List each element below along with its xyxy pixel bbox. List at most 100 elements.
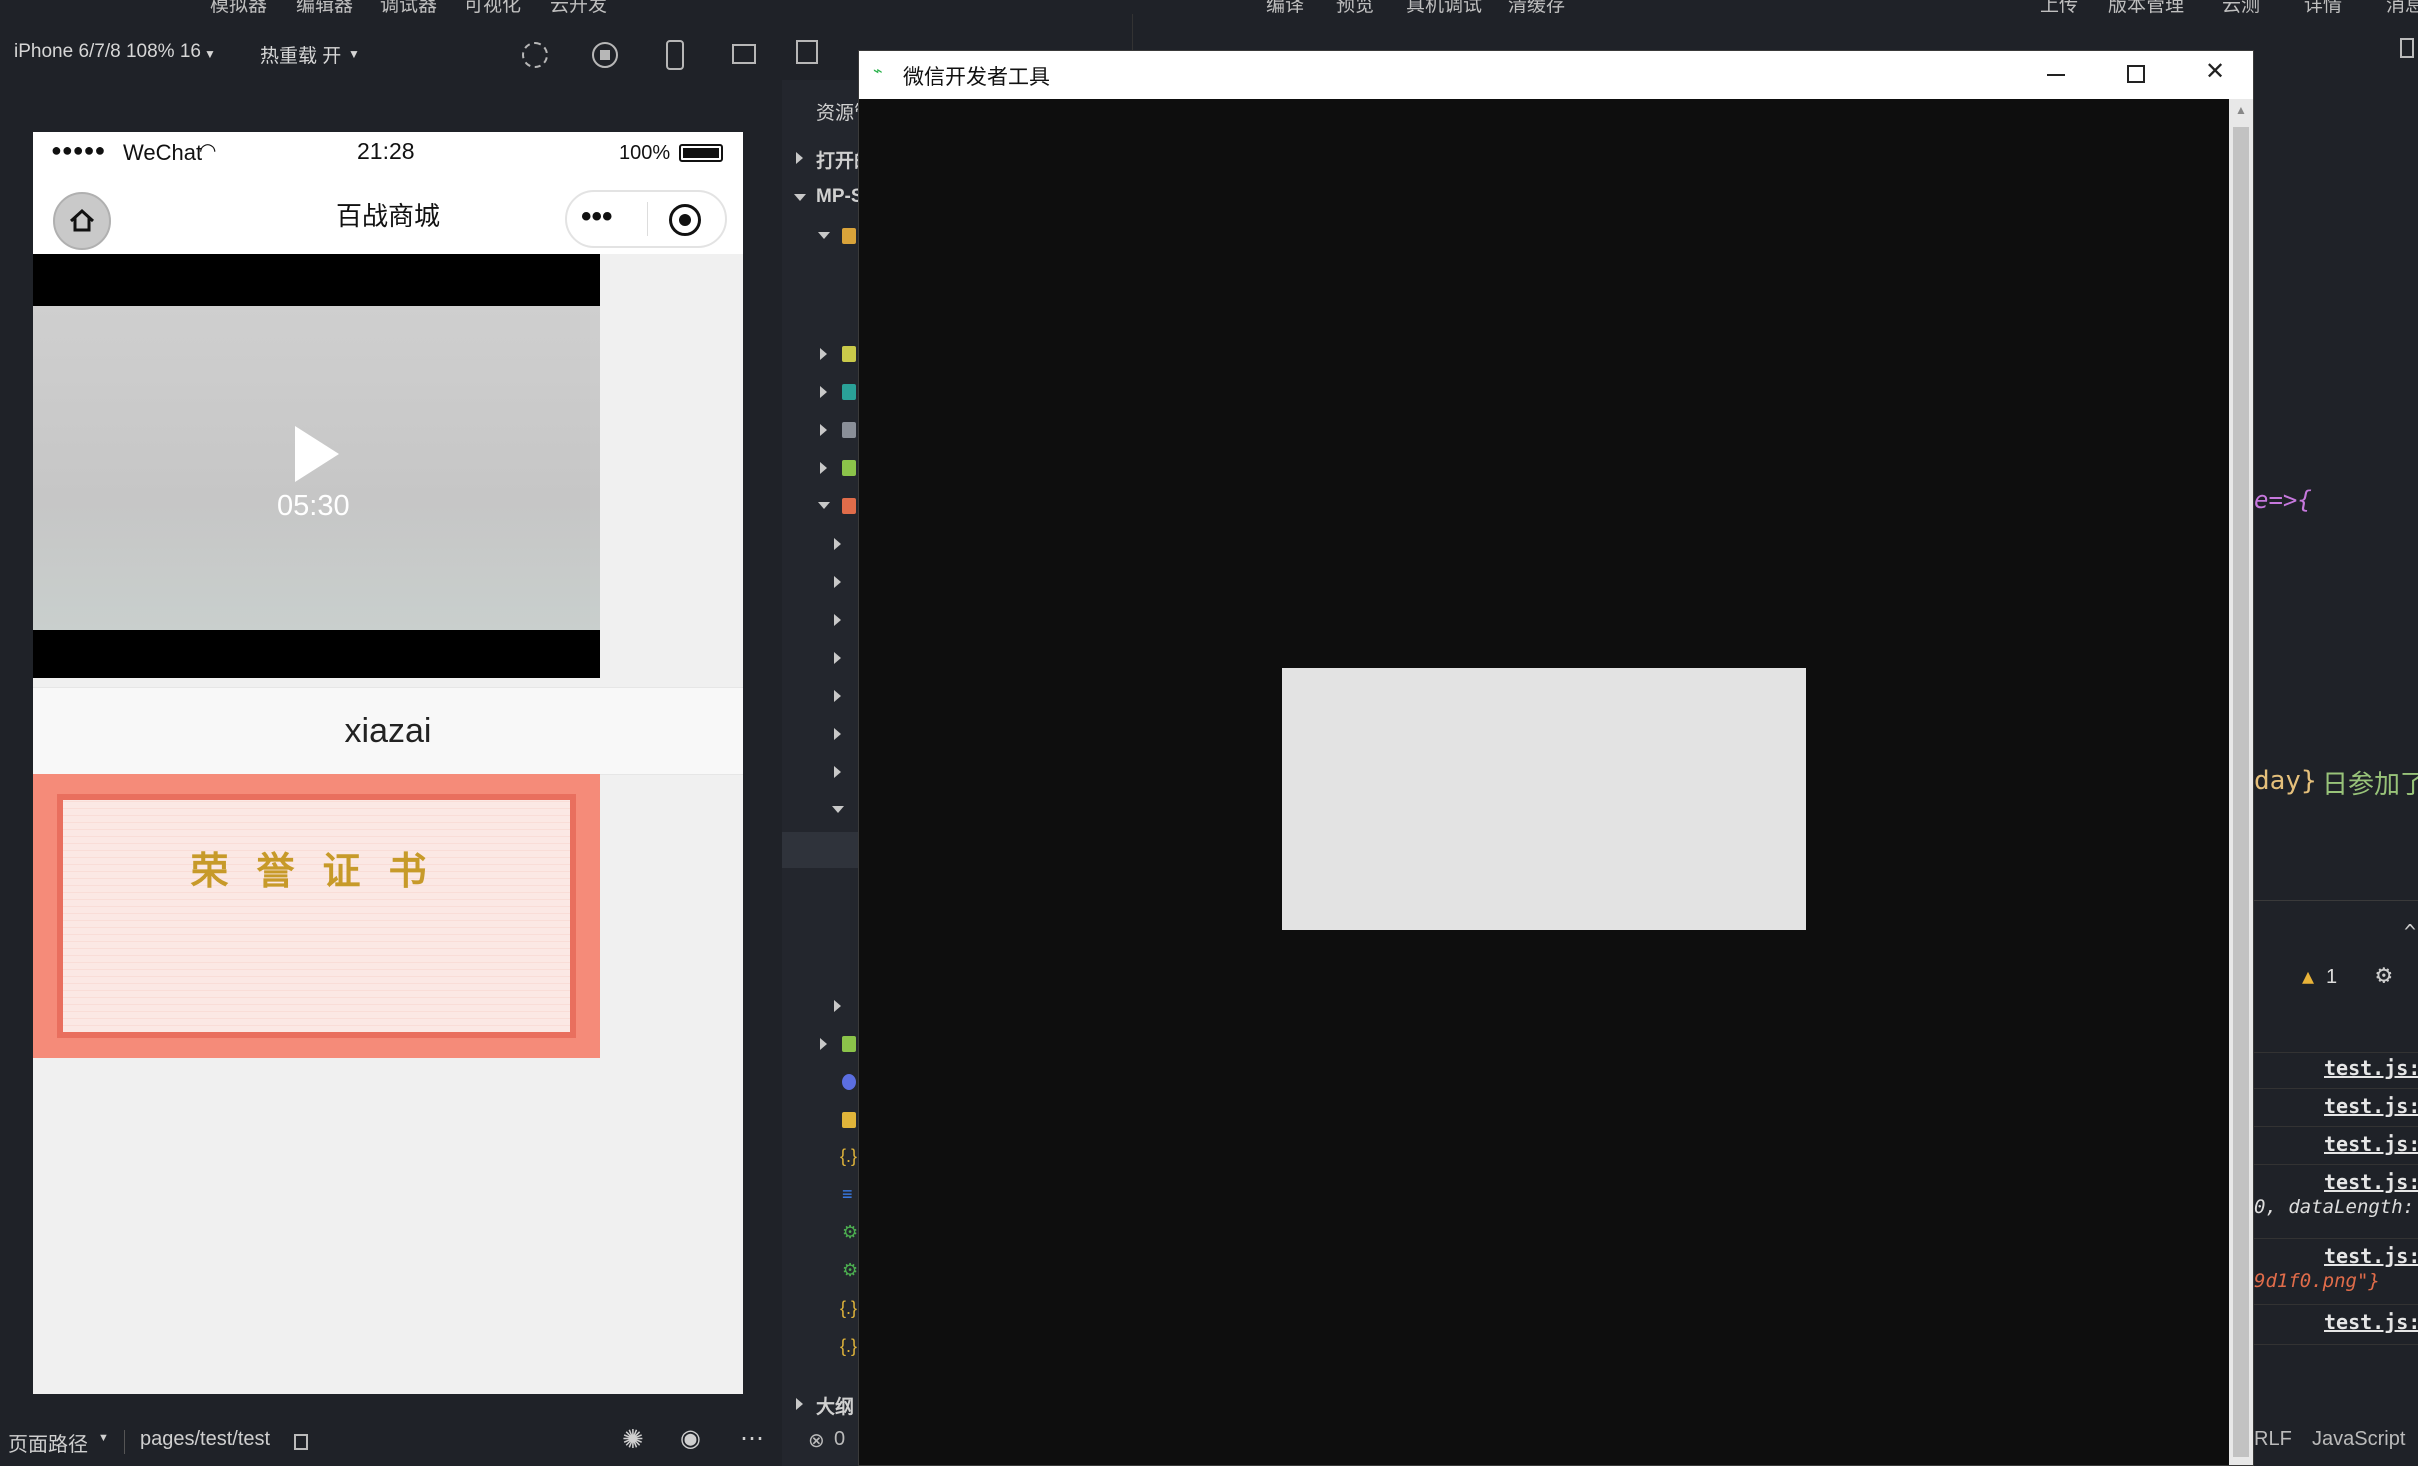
menu-compile[interactable]: 编译 [1266,0,1304,14]
more-icon[interactable]: ••• [581,200,613,234]
close-miniprogram-icon[interactable] [669,204,701,236]
error-icon[interactable]: ⊗ [808,1428,825,1453]
menu-version[interactable]: 版本管理 [2108,0,2184,14]
window-icon[interactable] [732,44,756,64]
chevron-right-icon[interactable] [834,538,841,550]
file-icon[interactable] [842,1074,856,1090]
console-source-link[interactable]: test.js: [2324,1310,2418,1334]
folder-icon[interactable] [842,422,856,438]
menu-details[interactable]: 详情 [2304,0,2342,14]
eye-icon[interactable]: ◉ [680,1424,701,1453]
chevron-right-icon[interactable] [820,1038,827,1050]
folder-icon[interactable] [842,498,856,514]
chevron-right-icon[interactable] [834,690,841,702]
menu-upload[interactable]: 上传 [2040,0,2078,14]
chevron-down-icon[interactable] [818,502,830,509]
scroll-up-icon[interactable]: ▲ [2235,103,2247,117]
wifi-icon: ◠ [199,140,217,162]
console-panel: ^ ▲ 1 ⚙ test.js: test.js: test.js: test.… [2250,900,2418,1420]
folder-icon[interactable] [842,384,856,400]
console-source-link[interactable]: test.js: [2324,1170,2418,1194]
split-editor-icon[interactable] [2400,38,2414,58]
json-file-icon[interactable]: {.} [840,1146,857,1167]
console-source-link[interactable]: test.js: [2324,1094,2418,1118]
gear-icon[interactable]: ⚙ [2376,960,2392,990]
menu-realdevice[interactable]: 真机调试 [1406,0,1482,14]
copy-icon[interactable] [796,40,818,64]
chevron-right-icon[interactable] [834,1000,841,1012]
copy-icon[interactable] [294,1434,308,1450]
scrollbar-thumb[interactable] [2233,127,2249,1457]
console-object-preview: 0, dataLength: [2254,1196,2415,1218]
chevron-down-icon[interactable] [818,232,830,239]
chevron-right-icon[interactable] [796,152,803,164]
more-icon[interactable]: ⋯ [740,1424,764,1453]
battery-percent: 100% [619,142,671,164]
menu-cloudtest[interactable]: 云测 [2222,0,2260,14]
folder-icon[interactable] [842,228,856,244]
phone-status-bar: ●●●●● WeChat ◠ 21:28 100% [33,132,743,174]
chevron-right-icon[interactable] [834,576,841,588]
chevron-down-icon[interactable]: ▼ [98,1432,109,1444]
js-file-icon[interactable] [842,1112,856,1128]
certificate-frame: 荣誉证书 [57,794,576,1038]
phone-icon[interactable] [666,40,684,70]
menu-preview[interactable]: 预览 [1336,0,1374,14]
selected-file-row[interactable] [782,832,862,868]
console-source-link[interactable]: test.js: [2324,1056,2418,1080]
gear-file-icon[interactable]: ⚙ [842,1260,858,1281]
folder-icon[interactable] [842,346,856,362]
error-count: 0 [834,1428,846,1450]
close-icon[interactable]: ✕ [2205,57,2225,86]
bug-icon[interactable]: ✺ [622,1424,644,1455]
chevron-right-icon[interactable] [834,652,841,664]
chevron-down-icon[interactable]: ▼ [204,47,216,61]
outline-header[interactable]: 大纲 [816,1392,854,1419]
chevron-down-icon[interactable] [832,806,844,813]
chevron-right-icon[interactable] [820,462,827,474]
chevron-down-icon[interactable] [794,194,806,201]
refresh-icon[interactable] [522,42,548,68]
menu-debugger[interactable]: 调试器 [380,0,437,14]
project-header[interactable]: MP-S [816,186,864,208]
device-selector[interactable]: iPhone 6/7/8 108% 16 [14,41,201,63]
minimize-icon[interactable] [2047,74,2065,76]
menu-editor[interactable]: 编辑器 [296,0,353,14]
wxss-file-icon[interactable]: ≡ [842,1184,853,1205]
folder-icon[interactable] [842,1036,856,1052]
chevron-right-icon[interactable] [834,614,841,626]
chevron-right-icon[interactable] [820,348,827,360]
gear-file-icon[interactable]: ⚙ [842,1222,858,1243]
vertical-scrollbar[interactable]: ▲ [2229,99,2253,1465]
folder-icon[interactable] [842,460,856,476]
chevron-right-icon[interactable] [796,1398,803,1410]
menu-clearcache[interactable]: 清缓存 [1508,0,1565,14]
video-player[interactable]: 05:30 [33,254,600,678]
chevron-up-icon[interactable]: ^ [2404,920,2416,944]
menu-messages[interactable]: 消息 [2386,0,2418,14]
menu-simulator[interactable]: 模拟器 [210,0,267,14]
json-file-icon[interactable]: {.} [840,1336,857,1357]
eol-indicator[interactable]: RLF [2254,1428,2292,1451]
chevron-right-icon[interactable] [820,386,827,398]
stop-icon[interactable] [592,42,618,68]
code-editor[interactable]: e=>{ day} 日参加了 [2250,80,2418,900]
chevron-right-icon[interactable] [834,766,841,778]
page-path-label[interactable]: 页面路径 [8,1428,88,1457]
chevron-right-icon[interactable] [834,728,841,740]
chevron-down-icon[interactable]: ▼ [348,47,360,61]
language-indicator[interactable]: JavaScript [2312,1428,2405,1451]
maximize-icon[interactable] [2127,65,2145,83]
console-source-link[interactable]: test.js: [2324,1132,2418,1156]
console-source-link[interactable]: test.js: [2324,1244,2418,1268]
json-file-icon[interactable]: {.} [840,1298,857,1319]
download-button[interactable]: xiazai [33,687,743,775]
menu-cloud[interactable]: 云开发 [550,0,607,14]
play-icon[interactable] [295,426,339,482]
image-placeholder [1282,668,1806,930]
menu-visual[interactable]: 可视化 [464,0,521,14]
chevron-right-icon[interactable] [820,424,827,436]
warning-icon[interactable]: ▲ [2302,964,2314,988]
hot-reload-toggle[interactable]: 热重载 开 [260,41,341,68]
window-title-bar[interactable]: ⌁ 微信开发者工具 ✕ [859,51,2253,99]
